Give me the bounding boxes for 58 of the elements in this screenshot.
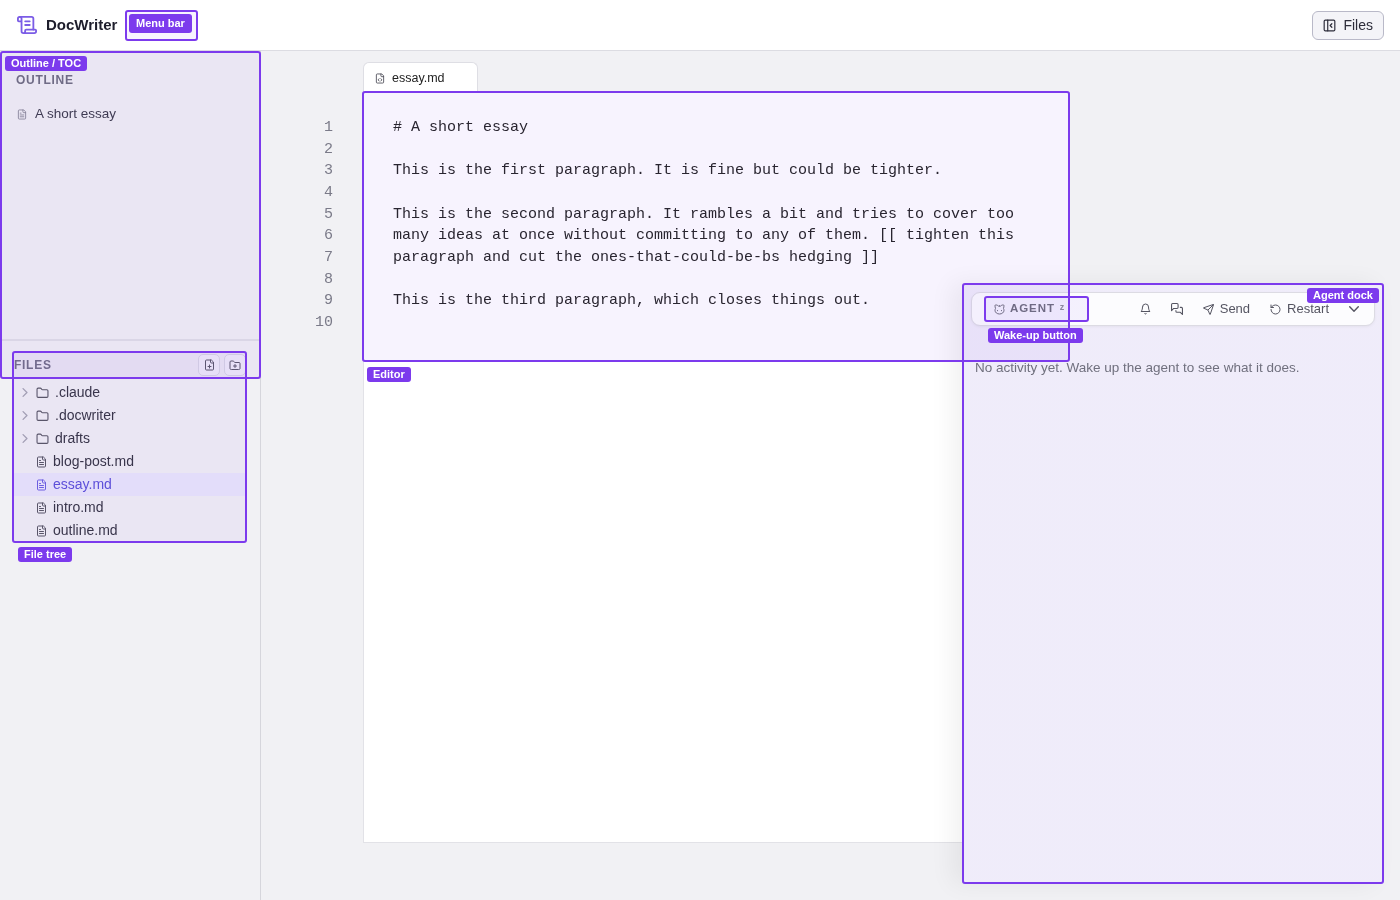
restart-icon	[1270, 303, 1282, 315]
line-number: 4	[324, 183, 333, 203]
code-line: This is the second paragraph. It rambles a bit and tries to cover too	[393, 204, 1015, 225]
folder-plus-icon	[229, 359, 241, 371]
file-tree-item[interactable]: essay.md	[14, 473, 246, 496]
code-file-icon	[375, 72, 385, 84]
new-folder-button[interactable]	[224, 354, 246, 376]
new-file-button[interactable]	[198, 354, 220, 376]
line-number: 2	[324, 139, 333, 160]
files-button[interactable]: Files	[1312, 10, 1384, 40]
annotation-label: Editor	[367, 367, 411, 382]
line-number: 7	[324, 248, 333, 269]
file-plus-icon	[203, 359, 215, 371]
document-icon	[17, 108, 27, 120]
file-tree-item[interactable]: intro.md	[14, 496, 246, 519]
scroll-icon	[17, 15, 37, 35]
empty-state-text: No activity yet. Wake up the agent to see what it does.	[974, 359, 1300, 377]
line-number: 5	[324, 204, 333, 225]
chevron-down-icon	[1349, 306, 1359, 312]
folder-icon	[36, 432, 49, 445]
annotation-label: File tree	[18, 547, 73, 562]
send-icon	[1202, 303, 1214, 315]
cat-icon	[994, 303, 1005, 315]
line-number: 6	[324, 226, 333, 247]
folder-icon	[36, 409, 49, 422]
sidebar-panel-icon	[1323, 18, 1337, 32]
file-tree-item[interactable]: .docwriter	[14, 404, 246, 427]
file-tree-item[interactable]: outline.md	[14, 519, 246, 542]
code-line: many ideas at once without committing to any of them. [[ tighten this	[393, 226, 1015, 247]
line-number: 9	[324, 291, 333, 312]
bell-icon	[1139, 303, 1151, 315]
file-text-icon	[36, 478, 47, 491]
line-number: 1	[324, 118, 333, 138]
file-text-icon	[36, 524, 47, 537]
file-text-icon	[36, 455, 47, 468]
section-heading: OUTLINE	[16, 73, 74, 87]
file-tree-item[interactable]: blog-post.md	[14, 450, 246, 473]
folder-icon	[36, 386, 49, 399]
annotation-label: Agent dock	[1307, 288, 1379, 303]
line-number: 3	[324, 161, 333, 182]
line-number: 8	[324, 269, 333, 290]
section-heading: FILES	[14, 358, 52, 372]
file-tree-item[interactable]: drafts	[14, 427, 246, 450]
chat-bubbles-icon	[1170, 303, 1183, 315]
annotation-label: Outline / TOC	[5, 56, 88, 71]
code-line: This is the first paragraph. It is fine but could be tighter.	[393, 161, 943, 182]
app-name: DocWriter	[46, 14, 118, 35]
line-number: 10	[315, 313, 333, 334]
file-tree-item[interactable]: .claude	[14, 381, 246, 404]
send-button[interactable]: Send	[1196, 295, 1257, 323]
annotation-label: Menu bar	[129, 14, 192, 33]
code-line: paragraph and cut the ones-that-could-be-bs hedging ]]	[393, 248, 880, 268]
code-line: This is the third paragraph, which closes things out.	[393, 291, 871, 312]
annotation-label: Wake-up button	[988, 328, 1083, 343]
file-text-icon	[36, 501, 47, 514]
editor-tab[interactable]: essay.md	[363, 62, 478, 93]
outline-item[interactable]: A short essay	[16, 104, 117, 125]
code-line: # A short essay	[393, 118, 529, 138]
